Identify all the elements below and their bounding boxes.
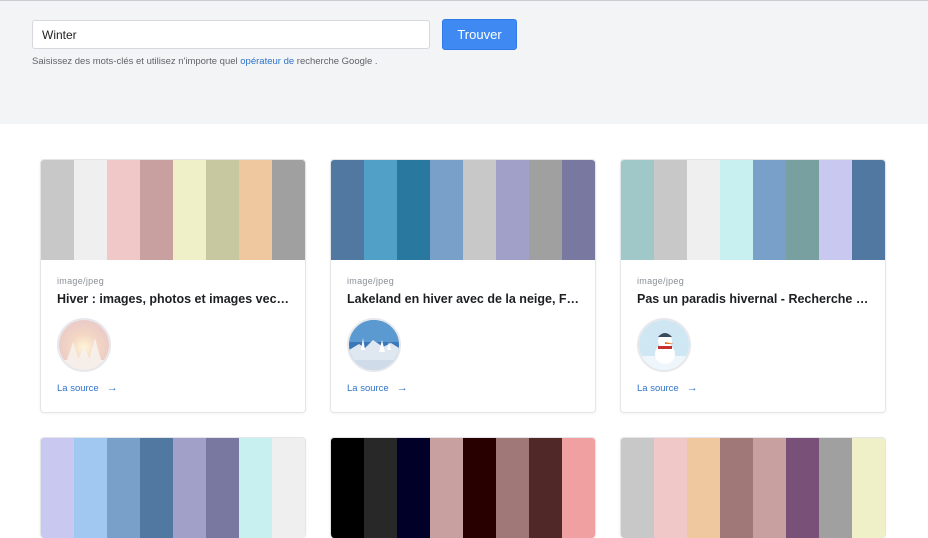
thumbnail-image[interactable] [347,318,401,372]
color-palette [621,160,885,260]
color-swatch [562,438,595,538]
color-swatch [496,438,529,538]
color-swatch [41,160,74,260]
color-swatch [239,160,272,260]
color-swatch [140,160,173,260]
search-input[interactable] [32,20,430,49]
color-swatch [819,438,852,538]
color-swatch [331,160,364,260]
color-swatch [753,438,786,538]
color-swatch [331,438,364,538]
hint-text-start: Saisissez des mots-clés et utilisez n'im… [32,56,241,67]
mime-type: image/jpeg [347,276,395,286]
result-card: image/jpeg Pas un paradis hivernal - Rec… [620,159,886,413]
color-swatch [272,160,305,260]
arrow-right-icon: → [396,382,408,394]
color-palette [331,438,595,538]
color-swatch [430,438,463,538]
color-swatch [239,438,272,538]
color-palette [41,438,305,538]
source-link[interactable]: La source → [347,382,408,394]
color-swatch [753,160,786,260]
arrow-right-icon: → [686,382,698,394]
source-label: La source [347,382,389,394]
color-swatch [720,160,753,260]
color-swatch [272,438,305,538]
color-swatch [562,160,595,260]
color-swatch [621,160,654,260]
color-swatch [107,438,140,538]
result-card [330,437,596,538]
color-swatch [621,438,654,538]
color-palette [621,438,885,538]
color-swatch [206,438,239,538]
color-swatch [74,438,107,538]
search-hint: Saisissez des mots-clés et utilisez n'im… [32,56,378,67]
mime-type: image/jpeg [57,276,105,286]
color-swatch [173,160,206,260]
color-swatch [687,160,720,260]
color-swatch [74,160,107,260]
color-swatch [364,160,397,260]
source-link[interactable]: La source → [57,382,118,394]
hint-text-end: recherche Google . [294,56,378,67]
color-swatch [140,438,173,538]
color-swatch [819,160,852,260]
color-swatch [786,160,819,260]
result-card: image/jpeg Lakeland en hiver avec de la … [330,159,596,413]
search-header: Trouver Saisissez des mots-clés et utili… [0,0,928,124]
color-swatch [463,160,496,260]
color-swatch [720,438,753,538]
color-swatch [852,438,885,538]
color-swatch [529,438,562,538]
result-title[interactable]: Lakeland en hiver avec de la neige, Finl… [347,292,581,306]
color-swatch [529,160,562,260]
search-operator-link[interactable]: opérateur de [240,56,294,67]
color-swatch [786,438,819,538]
color-swatch [397,160,430,260]
thumbnail-image[interactable] [637,318,691,372]
color-swatch [430,160,463,260]
source-link[interactable]: La source → [637,382,698,394]
mime-type: image/jpeg [637,276,685,286]
color-swatch [206,160,239,260]
arrow-right-icon: → [106,382,118,394]
color-swatch [654,438,687,538]
color-palette [331,160,595,260]
result-card [620,437,886,538]
source-label: La source [57,382,99,394]
color-swatch [852,160,885,260]
result-card: image/jpeg Hiver : images, photos et ima… [40,159,306,413]
find-button[interactable]: Trouver [442,19,517,50]
thumbnail-image[interactable] [57,318,111,372]
color-swatch [173,438,206,538]
source-label: La source [637,382,679,394]
color-palette [41,160,305,260]
color-swatch [654,160,687,260]
color-swatch [463,438,496,538]
color-swatch [364,438,397,538]
result-card [40,437,306,538]
color-swatch [41,438,74,538]
color-swatch [687,438,720,538]
result-title[interactable]: Pas un paradis hivernal - Recherche sur … [637,292,871,306]
color-swatch [496,160,529,260]
color-swatch [397,438,430,538]
color-swatch [107,160,140,260]
result-title[interactable]: Hiver : images, photos et images vectori… [57,292,291,306]
